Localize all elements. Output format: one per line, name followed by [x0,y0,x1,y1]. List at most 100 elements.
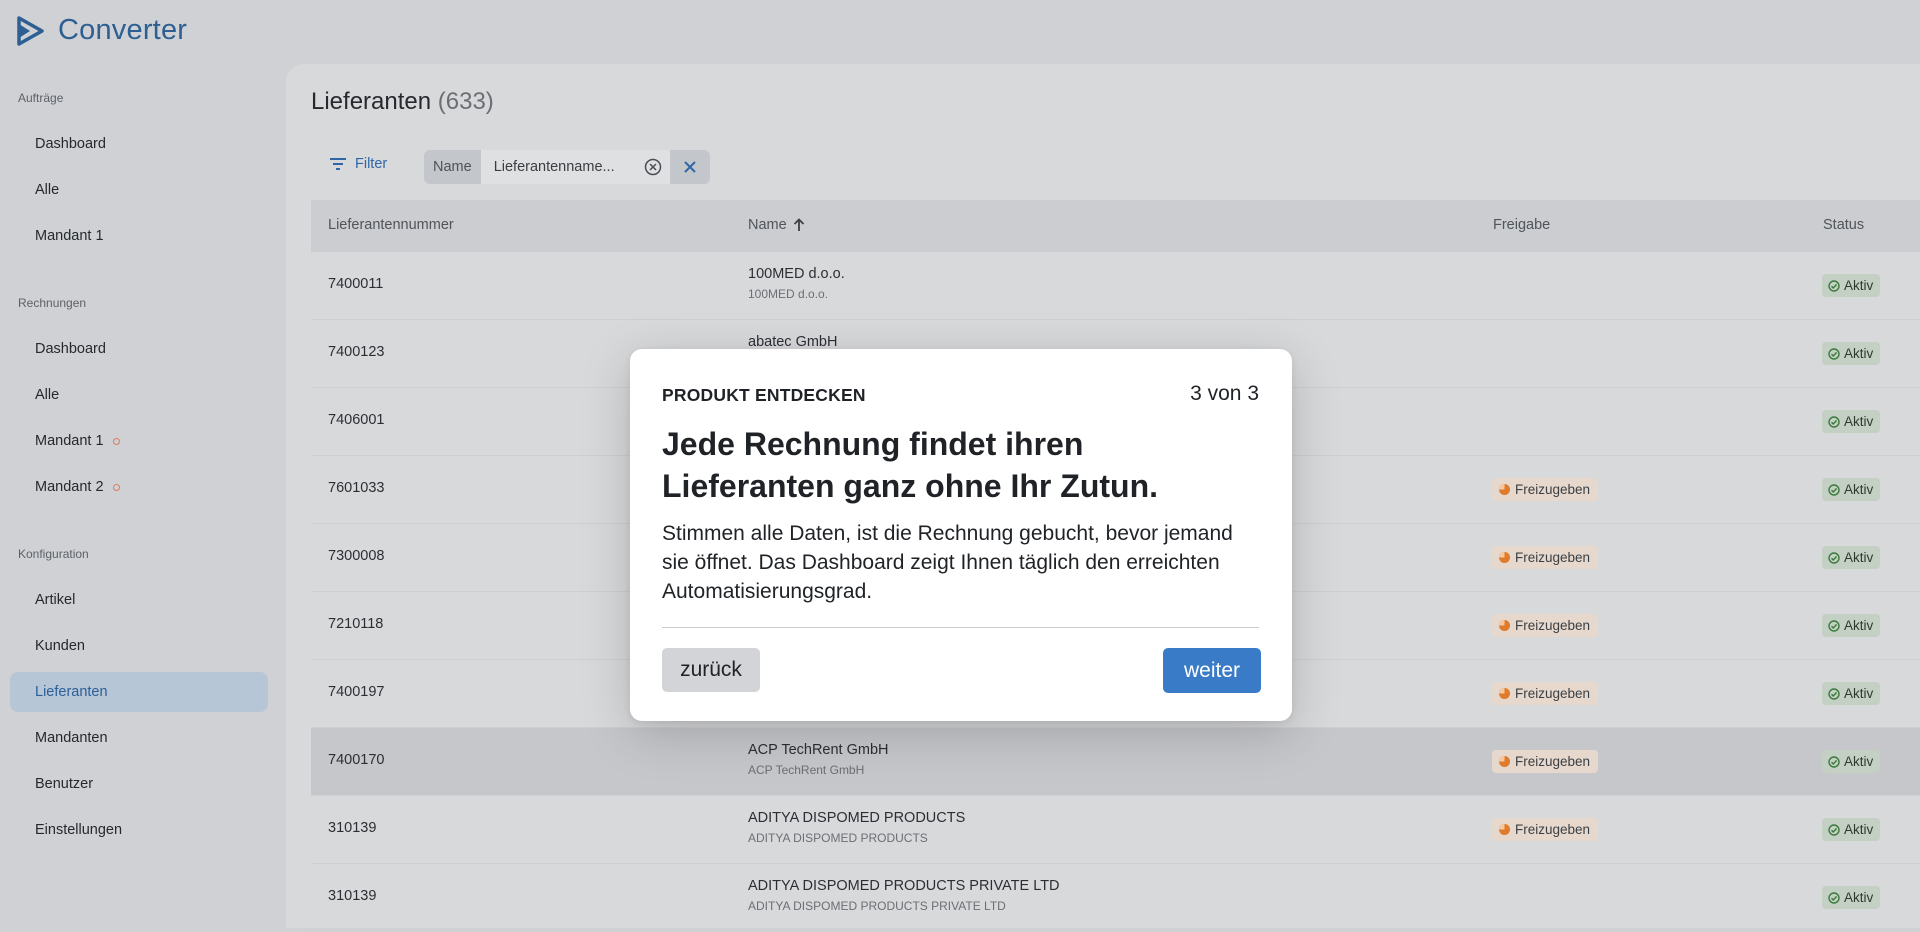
section-label-auftraege: Aufträge [18,91,64,105]
next-button[interactable]: weiter [1163,648,1261,693]
status-badge: Aktiv [1822,614,1881,637]
sidebar-item-rechnungen-alle[interactable]: Alle [10,375,268,415]
status-badge: Aktiv [1822,886,1881,909]
column-header-number[interactable]: Lieferantennummer [328,217,454,233]
approval-badge: Freizugeben [1492,614,1599,637]
close-icon [684,161,696,173]
sidebar-item-auftraege-mandant-1[interactable]: Mandant 1 [10,216,268,256]
sidebar-item-einstellungen[interactable]: Einstellungen [10,810,268,850]
supplier-name: abatec GmbH [748,334,838,350]
approval-badge: Freizugeben [1492,750,1599,773]
supplier-number: 7400011 [328,276,384,292]
name-filter-chip: Name Lieferantenname... [424,150,710,184]
supplier-number: 7210118 [328,616,384,632]
filter-button[interactable]: Filter [330,156,387,172]
sidebar-item-label: Mandant 2 [35,479,104,495]
sidebar-item-lieferanten[interactable]: Lieferanten [10,672,268,712]
status-badge: Aktiv [1822,342,1881,365]
approval-badge: Freizugeben [1492,818,1599,841]
supplier-number: 7400197 [328,684,385,700]
status-badge: Aktiv [1822,750,1881,773]
column-header-status[interactable]: Status [1823,217,1864,233]
supplier-number: 7300008 [328,548,385,564]
page-title-count: (633) [437,88,494,115]
supplier-number: 7601033 [328,480,385,496]
status-badge: Aktiv [1822,546,1881,569]
supplier-subname: 100MED d.o.o. [748,287,829,301]
sidebar-item-rechnungen-mandant-1[interactable]: Mandant 1 [10,421,268,461]
sidebar-item-label: Kunden [35,638,85,654]
filter-button-label: Filter [355,156,388,172]
product-tour-dialog: PRODUKT ENTDECKEN 3 von 3 Jede Rechnung … [630,349,1292,721]
table-row[interactable]: 7400170 ACP TechRent GmbH ACP TechRent Gmb… [311,728,1920,796]
sidebar-item-label: Alle [35,387,60,403]
sidebar-item-label: Mandant 1 [35,433,104,449]
notification-dot [112,437,120,445]
supplier-name-cell: ADITYA DISPOMED PRODUCTS PRIVATE LTD ADIT… [748,878,1060,913]
check-circle-icon [1828,687,1840,700]
sidebar-item-kunden[interactable]: Kunden [10,626,268,666]
back-button[interactable]: zurück [662,648,760,692]
status-badge-label: Aktiv [1844,346,1874,361]
table-header: Lieferantennummer Name Freigabe Status [311,200,1920,252]
status-badge: Aktiv [1822,682,1881,705]
check-circle-icon [1828,755,1840,768]
converter-logo-icon [17,15,44,46]
sort-ascending-icon [793,218,804,231]
approval-badge: Freizugeben [1492,546,1599,569]
tour-step-indicator: 3 von 3 [1190,382,1259,405]
sidebar-item-mandanten[interactable]: Mandanten [10,718,268,758]
supplier-name-cell: ACP TechRent GmbH ACP TechRent GmbH [748,742,889,777]
approval-badge-label: Freizugeben [1515,822,1591,837]
pending-icon [1499,484,1510,495]
supplier-name: ADITYA DISPOMED PRODUCTS PRIVATE LTD [748,878,1060,894]
approval-badge-label: Freizugeben [1515,550,1591,565]
check-circle-icon [1828,415,1840,428]
supplier-name-filter-input[interactable]: Lieferantenname... [480,150,671,184]
supplier-number: 310139 [328,820,377,836]
sidebar-item-rechnungen-dashboard[interactable]: Dashboard [10,329,268,369]
pending-icon [1499,824,1510,835]
sidebar-item-auftraege-dashboard[interactable]: Dashboard [10,124,268,164]
status-badge-label: Aktiv [1844,822,1874,837]
status-badge-label: Aktiv [1844,482,1874,497]
status-badge: Aktiv [1822,410,1881,433]
table-row[interactable]: 310139 ADITYA DISPOMED PRODUCTS ADITYA DIS… [311,796,1920,864]
column-header-freigabe[interactable]: Freigabe [1493,217,1550,233]
approval-badge-label: Freizugeben [1515,618,1591,633]
sidebar-item-auftraege-alle[interactable]: Alle [10,170,268,210]
filter-chip-label: Name [433,159,472,175]
supplier-number: 7400123 [328,344,385,360]
supplier-number: 7400170 [328,752,385,768]
pending-icon [1499,552,1510,563]
table-row[interactable]: 7400011 100MED d.o.o. 100MED d.o.o. Aktiv [311,252,1920,320]
supplier-name-cell: abatec GmbH [748,334,837,350]
status-badge: Aktiv [1822,274,1881,297]
sidebar-item-label: Einstellungen [35,822,123,838]
supplier-subname: ACP TechRent GmbH [748,763,865,777]
approval-badge-label: Freizugeben [1515,482,1591,497]
app-logo[interactable]: Converter [16,14,187,47]
status-badge-label: Aktiv [1844,550,1874,565]
supplier-number: 310139 [328,888,377,904]
clear-input-icon[interactable] [644,158,662,176]
column-header-name[interactable]: Name [748,217,805,233]
remove-filter-button[interactable] [670,150,710,184]
sidebar-item-artikel[interactable]: Artikel [10,580,268,620]
check-circle-icon [1828,891,1840,904]
sidebar-item-label: Dashboard [35,341,106,357]
sidebar-item-benutzer[interactable]: Benutzer [10,764,268,804]
approval-badge: Freizugeben [1492,478,1599,501]
pending-icon [1499,688,1510,699]
sidebar-item-label: Mandanten [35,730,108,746]
table-row[interactable]: 310139 ADITYA DISPOMED PRODUCTS PRIVATE L… [311,864,1920,932]
sidebar-item-rechnungen-mandant-2[interactable]: Mandant 2 [10,467,268,507]
approval-badge: Freizugeben [1492,682,1599,705]
approval-badge-label: Freizugeben [1515,686,1591,701]
status-badge-label: Aktiv [1844,278,1874,293]
check-circle-icon [1828,551,1840,564]
status-badge-label: Aktiv [1844,686,1874,701]
check-circle-icon [1828,347,1840,360]
pending-icon [1499,620,1510,631]
supplier-name: 100MED d.o.o. [748,266,845,282]
